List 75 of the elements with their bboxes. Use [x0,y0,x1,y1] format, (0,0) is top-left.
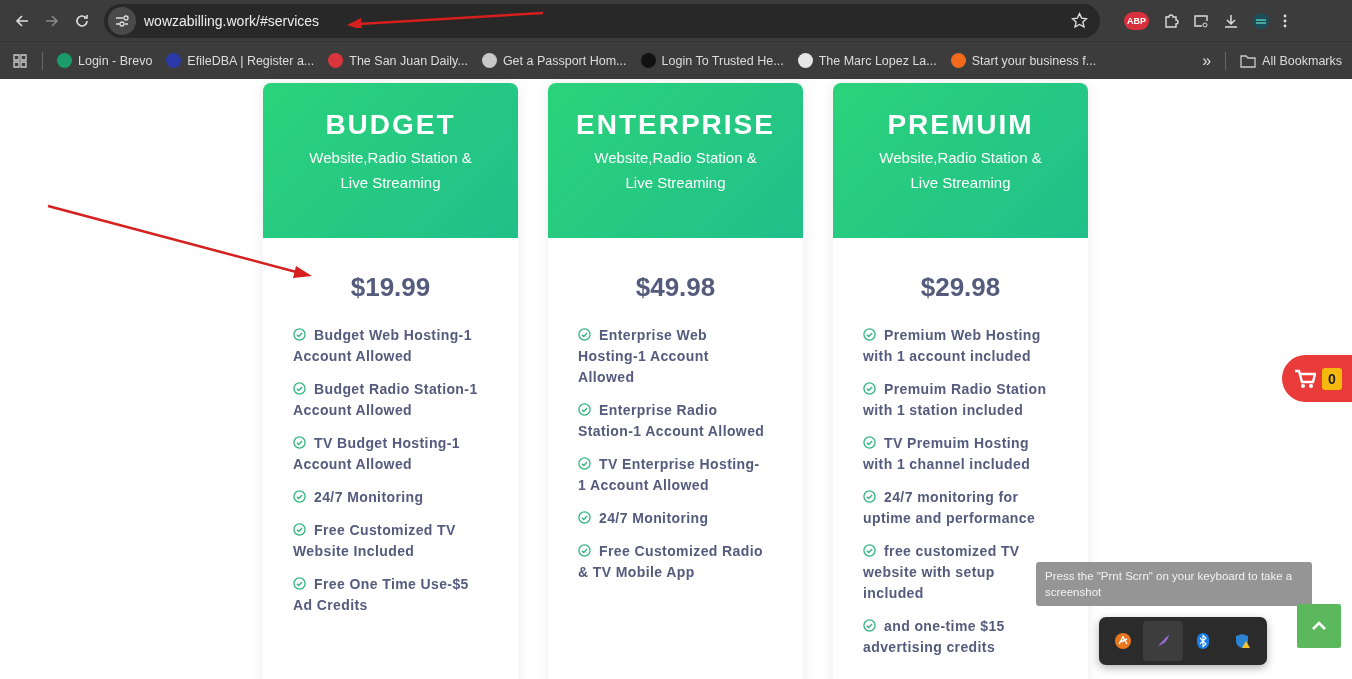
check-circle-icon [863,490,876,503]
check-circle-icon [293,382,306,395]
check-circle-icon [578,544,591,557]
all-bookmarks-link[interactable]: All Bookmarks [1240,53,1342,68]
feature-item: Budget Web Hosting-1 Account Allowed [293,326,473,366]
folder-icon [1240,53,1257,68]
feature-item: Enterprise Radio Station-1 Account Allowed [578,401,765,441]
check-circle-icon [578,328,591,341]
site-info-icon[interactable] [108,6,136,35]
check-circle-icon [863,382,876,395]
feature-item: Premuim Radio Station with 1 station included [863,380,1048,420]
check-circle-icon [578,511,591,524]
plan-subtitle: Website,Radio Station & Live Streaming [878,148,1043,193]
plan-price: $19.99 [349,272,432,303]
check-circle-icon [863,544,876,557]
back-icon[interactable] [14,12,30,29]
security-shield-icon [1235,633,1251,649]
check-circle-icon [293,436,306,449]
bookmark-star-icon[interactable] [1071,12,1088,29]
feature-item: TV Premuim Hosting with 1 channel included [863,434,1032,474]
feature-item: TV Enterprise Hosting-1 Account Allowed [578,455,761,495]
feature-item: and one-time $15 advertising credits [863,617,1006,657]
bookmark-link[interactable]: EfileDBA | Register a... [166,53,315,68]
bluetooth-icon [1195,633,1211,649]
extensions-icon[interactable] [1163,12,1179,29]
check-circle-icon [293,490,306,503]
adblock-badge[interactable]: ABP [1124,11,1149,30]
plan-subtitle: Website,Radio Station & Live Streaming [593,148,758,193]
bookmark-link[interactable]: The Marc Lopez La... [797,53,937,68]
check-circle-icon [293,523,306,536]
feature-item: Budget Radio Station-1 Account Allowed [293,380,479,420]
cart-button[interactable]: 0 [1282,355,1352,402]
plan-name: BUDGET [324,109,457,141]
check-circle-icon [863,619,876,632]
plan-subtitle: Website,Radio Station & Live Streaming [308,148,473,193]
address-bar[interactable]: wowzabilling.work/#services [104,3,1100,38]
bookmark-link[interactable]: Start your business f... [950,53,1097,68]
bookmark-link[interactable]: The San Juan Daily... [328,53,468,68]
forward-icon[interactable] [44,12,60,29]
profile-avatar-icon[interactable] [1253,12,1269,29]
feature-item: 24/7 monitoring for uptime and performance [863,488,1037,528]
app-logo-icon [1115,633,1131,649]
url-text: wowzabilling.work/#services [144,12,320,29]
feature-item: 24/7 Monitoring [293,487,480,508]
cart-icon [1294,368,1316,389]
download-icon[interactable] [1223,12,1239,29]
check-circle-icon [578,403,591,416]
plan-name: ENTERPRISE [575,109,776,141]
bookmark-link[interactable]: Get a Passport Hom... [481,53,627,68]
tooltip: Press the "Prnt Scrn" on your keyboard to take a screenshot [1036,562,1312,606]
bookmark-link[interactable]: Login To Trusted He... [640,53,784,68]
feather-icon [1155,633,1171,649]
check-circle-icon [293,328,306,341]
check-circle-icon [863,436,876,449]
apps-grid-icon[interactable] [12,52,28,69]
feature-item: Enterprise Web Hosting-1 Account Allowed [578,326,710,387]
bookmark-link[interactable]: Login - Brevo [57,53,153,68]
more-bookmarks-icon[interactable]: » [1202,51,1212,70]
menu-icon[interactable] [1283,12,1287,29]
feature-item: Premium Web Hosting with 1 account included [863,326,1042,366]
check-circle-icon [293,577,306,590]
cart-count: 0 [1322,367,1342,390]
reload-icon[interactable] [74,12,90,29]
feature-item: Free One Time Use-$5 Ad Credits [293,575,470,615]
feature-item: Free Customized TV Website Included [293,521,457,561]
tab-search-icon[interactable] [1193,12,1209,29]
check-circle-icon [578,457,591,470]
feature-item: 24/7 Monitoring [578,508,765,529]
plan-price: $49.98 [634,272,717,303]
plan-price: $29.98 [919,272,1002,303]
check-circle-icon [863,328,876,341]
chevron-up-icon [1311,621,1327,631]
plan-name: PREMUIM [886,109,1035,141]
feature-item: Free Customized Radio & TV Mobile App [578,542,764,582]
feature-item: TV Budget Hosting-1 Account Allowed [293,434,462,474]
